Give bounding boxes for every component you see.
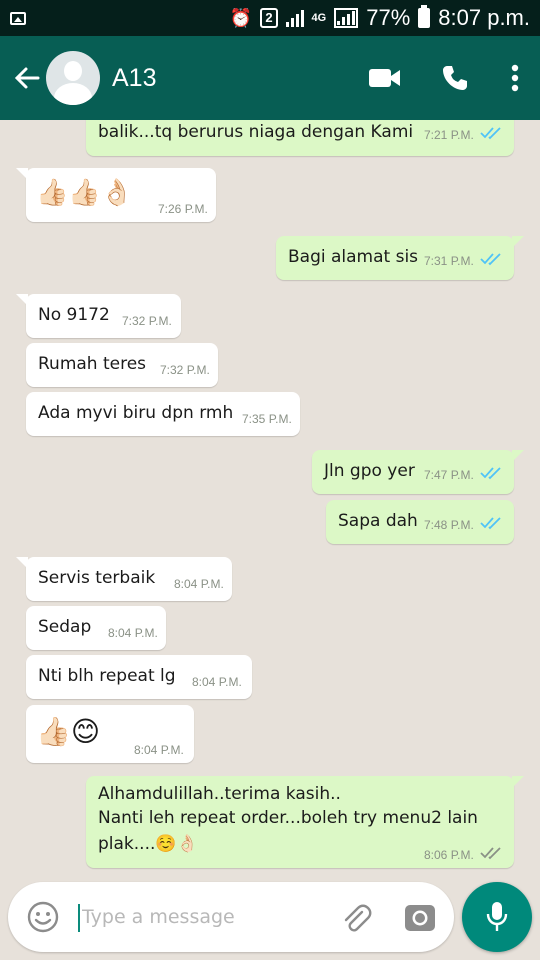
message-time: 7:35 P.M. [242, 412, 292, 426]
outgoing-message[interactable]: Bagi alamat sis 7:31 P.M. [276, 236, 524, 280]
message-time: 7:47 P.M. [424, 468, 474, 482]
back-arrow-icon[interactable] [8, 58, 48, 98]
message-time: 7:32 P.M. [160, 363, 210, 377]
incoming-message[interactable]: Nti blh repeat lg 8:04 P.M. [26, 655, 252, 699]
message-text: Bagi alamat sis [288, 247, 419, 267]
incoming-message[interactable]: Sedap 8:04 P.M. [26, 606, 166, 650]
incoming-message[interactable]: No 9172 7:32 P.M. [16, 294, 181, 338]
incoming-message[interactable]: 👍🏻😊 8:04 P.M. [26, 705, 194, 763]
microphone-icon [486, 902, 508, 931]
network-type: 4G [311, 12, 327, 24]
message-text: Nti blh repeat lg [38, 666, 176, 686]
message-text: balik...tq berurus niaga dengan Kami [98, 122, 414, 142]
sim-badge: 2 [260, 8, 278, 28]
outgoing-message[interactable]: Jln gpo yer 7:47 P.M. [312, 450, 524, 494]
message-text: No 9172 [38, 305, 110, 325]
incoming-message[interactable]: Rumah teres 7:32 P.M. [26, 343, 218, 387]
read-receipt-icon [480, 127, 501, 140]
outgoing-message[interactable]: Sapa dah 7:48 P.M. [326, 500, 514, 544]
message-text: Ada myvi biru dpn rmh [38, 403, 234, 423]
message-line-1: Alhamdulillah..terima kasih.. [98, 784, 341, 804]
text-cursor [78, 904, 80, 932]
incoming-message[interactable]: Ada myvi biru dpn rmh 7:35 P.M. [26, 392, 300, 436]
contact-avatar[interactable] [46, 51, 100, 105]
incoming-message[interactable]: Servis terbaik 8:04 P.M. [16, 557, 232, 601]
contact-name[interactable]: A13 [112, 64, 156, 93]
battery-icon [418, 5, 431, 28]
outgoing-message[interactable]: balik...tq berurus niaga dengan Kami 7:2… [86, 120, 514, 156]
message-text: 👍🏻😊 [36, 715, 101, 748]
message-time: 8:04 P.M. [192, 675, 242, 689]
attach-button[interactable] [338, 900, 374, 936]
incoming-message[interactable]: 👍🏻👍🏻👌🏻 7:26 P.M. [16, 168, 216, 222]
status-bar: ⏰ 2 4G 77% 8:07 p.m. [0, 0, 540, 36]
camera-button[interactable] [404, 902, 436, 932]
message-time: 8:04 P.M. [108, 626, 158, 640]
message-time: 8:04 P.M. [134, 743, 184, 757]
chat-area[interactable]: balik...tq berurus niaga dengan Kami 7:2… [0, 120, 540, 878]
message-text: Servis terbaik [38, 568, 156, 588]
chat-header: A13 [0, 36, 540, 120]
smiley-icon [27, 901, 59, 933]
read-receipt-icon [480, 467, 501, 480]
message-time: 8:04 P.M. [174, 577, 224, 591]
delivered-receipt-icon [480, 847, 501, 860]
message-line-3: plak....☺️👌🏻 [98, 834, 198, 854]
outgoing-message[interactable]: Alhamdulillah..terima kasih.. Nanti leh … [86, 776, 524, 868]
message-time: 7:26 P.M. [158, 202, 208, 216]
menu-button[interactable] [490, 48, 540, 108]
message-time: 8:06 P.M. [424, 848, 474, 862]
voice-call-button[interactable] [420, 48, 490, 108]
alarm-icon: ⏰ [229, 7, 253, 28]
gallery-notification-icon [10, 11, 26, 25]
camera-icon [405, 905, 435, 931]
message-text: Jln gpo yer [324, 461, 415, 481]
message-text: Sedap [38, 617, 92, 637]
phone-icon [443, 66, 467, 90]
message-time: 7:48 P.M. [424, 518, 474, 532]
paperclip-icon [344, 904, 372, 932]
message-composer [8, 882, 454, 952]
signal-icon-2 [334, 8, 359, 28]
message-time: 7:21 P.M. [424, 128, 474, 142]
message-time: 7:31 P.M. [424, 254, 474, 268]
read-receipt-icon [480, 517, 501, 530]
more-vertical-icon [511, 64, 519, 92]
clock: 8:07 p.m. [438, 5, 530, 30]
video-camera-icon [369, 69, 400, 87]
emoji-button[interactable] [26, 900, 60, 934]
message-text: Sapa dah [338, 511, 418, 531]
message-input[interactable] [82, 900, 332, 934]
video-call-button[interactable] [350, 48, 420, 108]
message-text: 👍🏻👍🏻👌🏻 [36, 178, 134, 208]
message-text: Rumah teres [38, 354, 147, 374]
signal-icon [285, 9, 304, 27]
message-time: 7:32 P.M. [122, 314, 172, 328]
battery-percent: 77% [366, 5, 411, 30]
message-line-2: Nanti leh repeat order...boleh try menu2… [98, 808, 478, 828]
read-receipt-icon [480, 253, 501, 266]
voice-message-button[interactable] [462, 882, 532, 952]
